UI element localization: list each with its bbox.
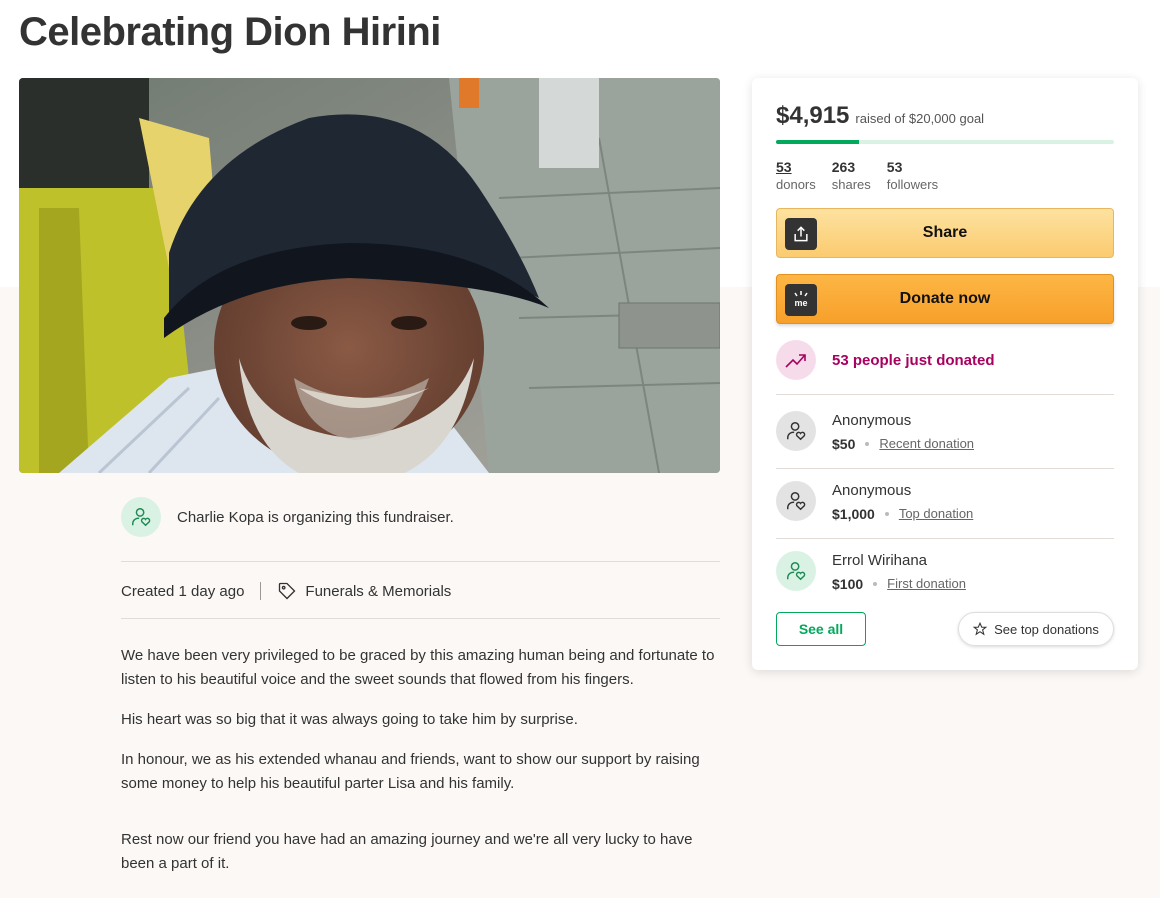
donation-item: Anonymous $50 Recent donation	[776, 411, 1114, 454]
story-paragraph: Rest now our friend you have had an amaz…	[121, 831, 693, 872]
stat-donors[interactable]: 53 donors	[776, 159, 816, 193]
donation-amount: $100	[832, 576, 864, 592]
donation-type-link[interactable]: Recent donation	[879, 434, 974, 454]
donation-amount: $50	[832, 436, 856, 452]
stat-shares: 263 shares	[832, 159, 871, 193]
donor-name: Errol Wirihana	[832, 552, 928, 569]
donor-name: Anonymous	[832, 482, 912, 499]
donation-item: Anonymous $1,000 Top donation	[776, 481, 1114, 524]
donation-amount: $1,000	[832, 506, 875, 522]
star-icon	[973, 622, 988, 636]
organizer-row: Charlie Kopa is organizing this fundrais…	[121, 497, 720, 537]
person-heart-icon	[776, 481, 816, 521]
stat-label: shares	[831, 177, 871, 192]
share-upload-icon	[785, 218, 817, 250]
donate-label: Donate now	[899, 290, 991, 307]
stat-followers: 53 followers	[887, 159, 938, 193]
donation-type-link[interactable]: First donation	[887, 574, 966, 594]
see-all-button[interactable]: See all	[776, 612, 866, 646]
donation-item: Errol Wirihana $100 First donation	[776, 551, 1114, 594]
see-top-donations-button[interactable]: See top donations	[958, 612, 1114, 646]
progress-fill	[776, 140, 860, 144]
campaign-stats: 53 donors 263 shares 53 followers	[776, 159, 954, 193]
divider	[776, 538, 1114, 539]
story-paragraph: We have been very privileged to be grace…	[121, 647, 715, 688]
recent-activity: 53 people just donated	[776, 340, 995, 380]
stat-value: 263	[831, 159, 856, 175]
raised-amount: $4,915	[776, 102, 850, 129]
progress-bar	[776, 140, 1114, 144]
goal-text: raised of $20,000 goal	[855, 111, 985, 126]
donate-icon-text: me	[794, 298, 807, 308]
trending-up-icon	[776, 340, 816, 380]
created-date: Created 1 day ago	[121, 582, 245, 600]
share-label: Share	[922, 224, 968, 241]
organizer-text: Charlie Kopa is organizing this fundrais…	[177, 508, 454, 526]
divider	[121, 618, 720, 619]
see-top-label: See top donations	[994, 621, 1099, 637]
person-heart-icon	[776, 411, 816, 451]
share-button[interactable]: Share	[776, 208, 1114, 258]
page-title: Celebrating Dion Hirini	[19, 10, 441, 54]
divider	[776, 468, 1114, 469]
campaign-meta: Created 1 day ago Funerals & Memorials	[121, 578, 451, 604]
bullet	[884, 512, 889, 516]
donation-type-link[interactable]: Top donation	[899, 504, 973, 524]
meta-separator	[260, 582, 262, 600]
donation-card: $4,915 raised of $20,000 goal 53 donors …	[752, 78, 1138, 670]
person-heart-icon	[121, 497, 161, 537]
stat-value: 53	[776, 159, 792, 175]
stat-label: donors	[776, 177, 816, 192]
category-link[interactable]: Funerals & Memorials	[305, 583, 451, 600]
bullet	[865, 442, 870, 446]
story-paragraph: His heart was so big that it was always …	[121, 711, 578, 728]
donate-now-button[interactable]: me Donate now	[776, 274, 1114, 324]
recent-activity-text: 53 people just donated	[832, 351, 995, 369]
amount-raised: $4,915 raised of $20,000 goal	[776, 102, 984, 130]
gofundme-logo-icon: me	[785, 284, 817, 316]
divider	[121, 561, 720, 562]
divider	[776, 394, 1114, 395]
donor-name: Anonymous	[832, 412, 912, 429]
person-heart-icon	[776, 551, 816, 591]
campaign-photo	[19, 78, 720, 473]
campaign-story: We have been very privileged to be grace…	[121, 644, 721, 892]
stat-value: 53	[886, 159, 903, 175]
stat-label: followers	[886, 177, 939, 192]
bullet	[873, 582, 878, 586]
tag-icon	[277, 581, 297, 601]
story-paragraph: In honour, we as his extended whanau and…	[121, 751, 700, 792]
